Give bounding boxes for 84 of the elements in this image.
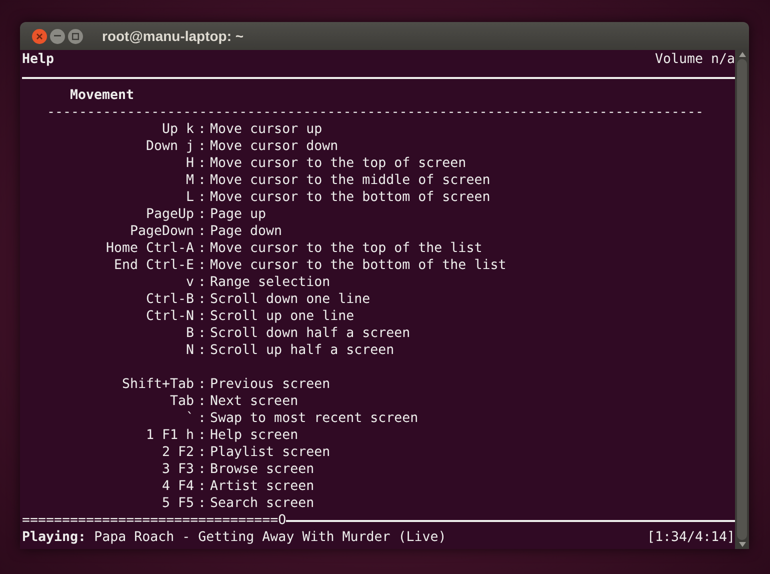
progress-text: ================================O [22,512,286,529]
separator-colon: : [197,138,208,155]
key-action: Move cursor up [210,121,322,138]
key-binding: M [186,172,194,189]
key-action: Swap to most recent screen [210,410,418,427]
separator-colon: : [197,172,208,189]
key-action: Move cursor to the bottom of screen [210,189,490,206]
separator-colon: : [197,376,208,393]
section-heading: Movement [69,87,134,104]
separator-colon: : [197,257,208,274]
key-binding: ` [186,410,194,427]
scroll-up-arrow-icon [738,52,746,57]
key-binding: PageDown [130,223,194,240]
separator-colon: : [197,427,208,444]
key-binding: v [186,274,194,291]
key-action: Playlist screen [210,444,330,461]
key-binding: Up k [162,121,194,138]
key-action: Move cursor to the top of screen [210,155,466,172]
screen-title: Help [22,51,54,68]
key-action: Scroll up one line [210,308,354,325]
separator-colon: : [197,308,208,325]
key-action: Search screen [210,495,314,512]
separator-colon: : [197,461,208,478]
separator-colon: : [197,223,208,240]
key-action: Move cursor down [210,138,338,155]
separator-colon: : [197,240,208,257]
key-action: Browse screen [210,461,314,478]
key-action: Previous screen [210,376,330,393]
key-action: Artist screen [210,478,314,495]
key-action: Next screen [210,393,298,410]
key-binding: 3 F3 [162,461,194,478]
section-separator: ---------------------------------------------------------------------------------- [46,104,704,121]
key-binding: Down j [146,138,194,155]
key-binding: Ctrl-B [146,291,194,308]
key-action: Scroll up half a screen [210,342,394,359]
key-action: Scroll down half a screen [210,325,410,342]
track-time: [1:34/4:14] [646,529,735,546]
key-binding: Home Ctrl-A [106,240,194,257]
separator-colon: : [197,189,208,206]
key-binding: N [186,342,194,359]
separator-colon: : [197,444,208,461]
key-binding: B [186,325,194,342]
separator-colon: : [197,274,208,291]
key-action: Page up [210,206,266,223]
close-button[interactable] [32,28,47,44]
key-action: Range selection [210,274,330,291]
key-binding: Tab [170,393,194,410]
key-action: Move cursor to the middle of screen [210,172,490,189]
separator-colon: : [197,325,208,342]
separator-colon: : [197,410,208,427]
key-binding: 5 F5 [162,495,194,512]
scrollbar[interactable] [735,50,749,549]
key-binding: Shift+Tab [122,376,194,393]
key-binding: 1 F1 h [146,427,194,444]
separator-colon: : [197,478,208,495]
minimize-icon [54,35,61,37]
key-action: Move cursor to the top of the list [210,240,482,257]
volume-indicator: Volume n/a [654,51,735,68]
key-binding: Ctrl-N [146,308,194,325]
separator-colon: : [197,291,208,308]
key-binding: 2 F2 [162,444,194,461]
key-binding: 4 F4 [162,478,194,495]
window-title: root@manu-laptop: ~ [102,26,244,46]
key-action: Scroll down one line [210,291,370,308]
separator-colon: : [197,495,208,512]
separator-colon: : [197,155,208,172]
scroll-down-arrow-icon [738,542,746,547]
key-binding: L [186,189,194,206]
separator-colon: : [197,121,208,138]
now-playing: Playing: Papa Roach - Getting Away With Murder (Live) [22,529,446,546]
maximize-icon [72,32,79,40]
key-action: Help screen [210,427,298,444]
key-binding: PageUp [146,206,194,223]
key-binding: End Ctrl-E [114,257,194,274]
separator-colon: : [197,206,208,223]
scrollbar-thumb[interactable] [737,59,747,540]
maximize-button[interactable] [68,28,83,44]
separator-colon: : [197,393,208,410]
key-action: Page down [210,223,282,240]
separator-colon: : [197,342,208,359]
minimize-button[interactable] [50,28,65,44]
key-binding: H [186,155,194,172]
close-icon [36,32,43,40]
key-action: Move cursor to the bottom of the list [210,257,506,274]
